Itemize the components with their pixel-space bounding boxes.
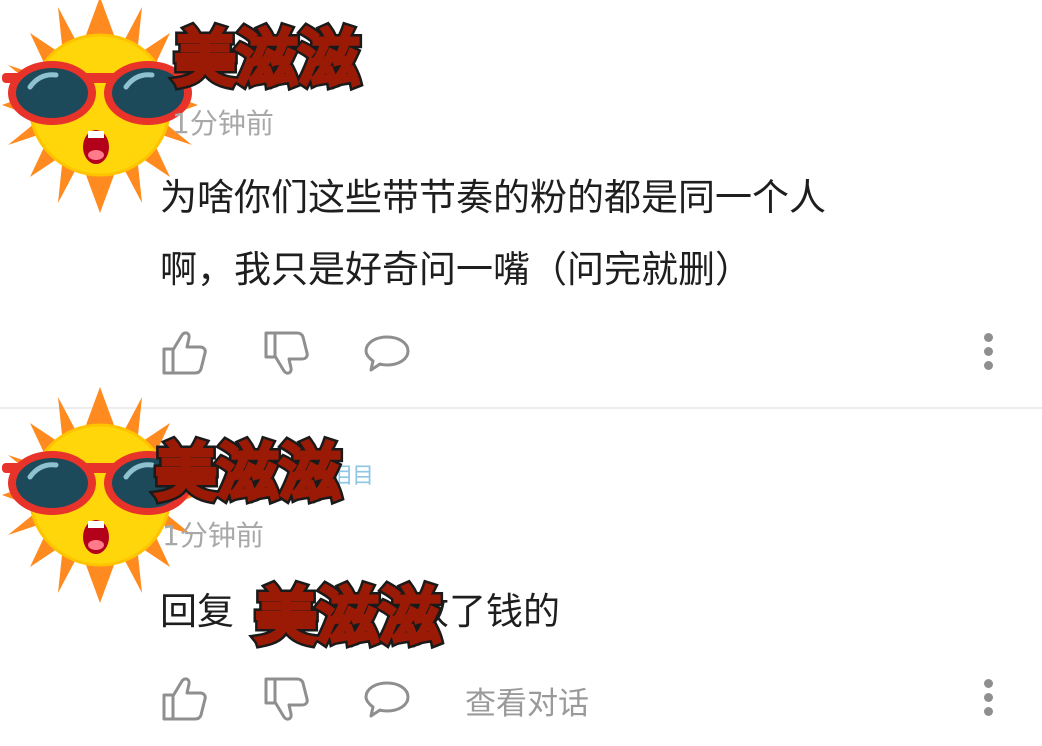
reply-button[interactable] [362, 674, 412, 724]
thumbs-down-icon [264, 677, 309, 721]
comment-text-line: 为啥你们这些带节奏的粉的都是同一个人 [160, 176, 826, 219]
username-sticker: 美滋滋 美滋滋 [251, 576, 445, 657]
like-button[interactable] [160, 328, 210, 378]
thumbs-up-icon [162, 331, 207, 375]
reply-prefix: 回复 [160, 590, 234, 633]
thumbs-up-icon [162, 677, 207, 721]
comment-text: 为啥你们这些带节奏的粉的都是同一个人 啊，我只是好奇问一嘴（问完就删） [160, 162, 826, 306]
sticker-text-outline: 美滋滋 [255, 580, 441, 653]
comment-actions: 查看对话 [160, 674, 1020, 726]
more-vertical-icon [978, 679, 998, 716]
comment-timestamp: 1分钟前 [172, 107, 274, 140]
speech-bubble-icon [364, 681, 410, 718]
username-sticker: 美滋滋 美滋滋 [170, 18, 364, 99]
sticker-text-outline: 美滋滋 [174, 22, 360, 95]
more-options-button[interactable] [978, 676, 998, 722]
dislike-button[interactable] [262, 328, 312, 378]
sticker-text-outline: 美滋滋 [155, 436, 341, 509]
thumbs-down-icon [264, 331, 309, 375]
more-vertical-icon [978, 333, 998, 370]
comment-actions [160, 328, 1020, 380]
comment-timestamp: 1分钟前 [162, 519, 264, 552]
comment-item: 美滋滋 美滋滋 1分钟前 为啥你们这些带节奏的粉的都是同一个人 啊，我只是好奇问… [0, 0, 1042, 408]
like-button[interactable] [160, 674, 210, 724]
dislike-button[interactable] [262, 674, 312, 724]
comment-text-line: 啊，我只是好奇问一嘴（问完就删） [160, 248, 752, 291]
username-sticker: 美滋滋 美滋滋 [151, 432, 345, 513]
view-conversation-link[interactable]: 查看对话 [465, 678, 589, 723]
reply-button[interactable] [362, 328, 412, 378]
speech-bubble-icon [364, 335, 410, 372]
more-options-button[interactable] [978, 330, 998, 376]
